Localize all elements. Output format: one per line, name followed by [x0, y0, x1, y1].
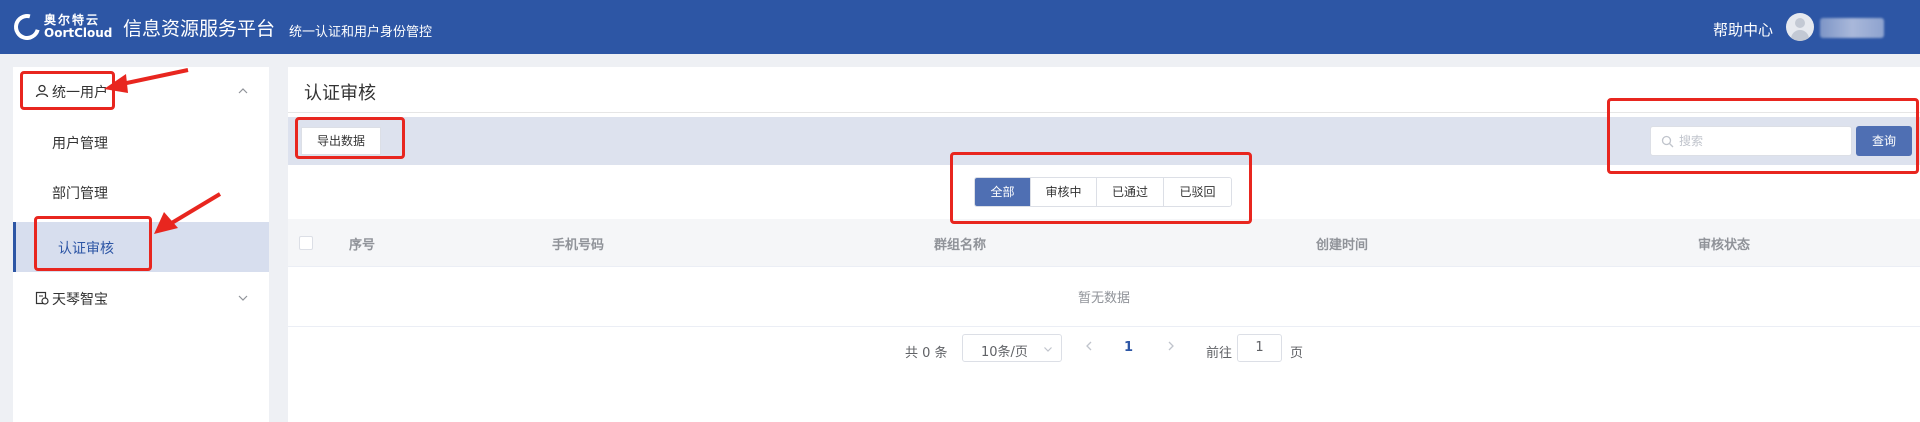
sidebar-item-label: 用户管理 [52, 136, 108, 152]
export-data-button[interactable]: 导出数据 [301, 127, 381, 155]
logo-english-text: OortCloud [44, 26, 113, 40]
page-size-select[interactable]: 10条/页 [962, 334, 1062, 362]
tab-approved[interactable]: 已通过 [1097, 178, 1164, 206]
user-icon [35, 84, 49, 98]
column-header-index[interactable]: 序号 [349, 234, 375, 253]
search-icon [1661, 135, 1674, 148]
user-avatar[interactable] [1786, 13, 1814, 41]
search-field[interactable] [1650, 126, 1852, 156]
chevron-down-icon [1044, 347, 1052, 352]
username-redacted[interactable] [1820, 18, 1884, 38]
logo-mark-icon [9, 9, 45, 45]
main-panel: 认证审核 导出数据 查询 全部 审核中 已通过 已驳回 序号 手机号码 群组名称… [288, 67, 1920, 422]
goto-label: 前往 [1206, 346, 1233, 361]
column-header-review-status[interactable]: 审核状态 [1698, 234, 1750, 253]
goto-page-input[interactable]: 1 [1237, 334, 1282, 362]
app-title: 信息资源服务平台 [123, 18, 276, 40]
tab-reviewing[interactable]: 审核中 [1031, 178, 1097, 206]
menu-group-label: 统一用户 [52, 85, 108, 101]
help-center-link[interactable]: 帮助中心 [1713, 19, 1773, 40]
sidebar-item-user-management[interactable]: 用户管理 [13, 117, 269, 167]
next-page-icon[interactable] [1164, 339, 1178, 353]
page-number[interactable]: 1 [1124, 340, 1133, 355]
chevron-up-icon [238, 88, 248, 94]
status-filter-tabs: 全部 审核中 已通过 已驳回 [974, 177, 1232, 207]
menu-group-tianqin[interactable]: 天琴智宝 [13, 274, 269, 324]
sidebar-item-auth-review[interactable]: 认证审核 [13, 222, 269, 272]
table-empty-row: 暂无数据 [288, 267, 1920, 327]
document-icon [35, 291, 49, 305]
top-header: 奥尔特云 OortCloud 信息资源服务平台 统一认证和用户身份管控 帮助中心 [0, 0, 1920, 54]
tab-all[interactable]: 全部 [975, 178, 1031, 206]
table-header: 序号 手机号码 群组名称 创建时间 审核状态 [288, 219, 1920, 267]
column-header-group-name[interactable]: 群组名称 [934, 234, 986, 253]
query-button[interactable]: 查询 [1856, 126, 1912, 156]
select-all-checkbox[interactable] [299, 236, 313, 250]
chevron-down-icon [238, 295, 248, 301]
total-count: 共 0 条 [905, 346, 948, 361]
page-title: 认证审核 [304, 83, 376, 104]
sidebar: 统一用户 用户管理 部门管理 认证审核 天琴智宝 [13, 67, 269, 422]
sidebar-item-label: 部门管理 [52, 186, 108, 202]
column-header-phone[interactable]: 手机号码 [552, 234, 604, 253]
toolbar: 导出数据 查询 [288, 117, 1920, 165]
sidebar-item-department-management[interactable]: 部门管理 [13, 167, 269, 217]
menu-group-label: 天琴智宝 [52, 292, 108, 308]
empty-message: 暂无数据 [1077, 291, 1130, 306]
search-input[interactable] [1679, 132, 1844, 150]
column-header-created-time[interactable]: 创建时间 [1316, 234, 1368, 253]
app-subtitle: 统一认证和用户身份管控 [289, 25, 433, 40]
page-size-value: 10条/页 [981, 345, 1028, 360]
divider [288, 112, 1920, 113]
prev-page-icon[interactable] [1082, 339, 1096, 353]
page-unit-label: 页 [1290, 346, 1304, 361]
brand-logo[interactable]: 奥尔特云 OortCloud [9, 9, 118, 45]
menu-group-unified-user[interactable]: 统一用户 [13, 67, 269, 117]
tab-rejected[interactable]: 已驳回 [1164, 178, 1231, 206]
pagination: 共 0 条 10条/页 1 前往 1 页 [288, 327, 1920, 367]
sidebar-item-label: 认证审核 [58, 241, 114, 257]
